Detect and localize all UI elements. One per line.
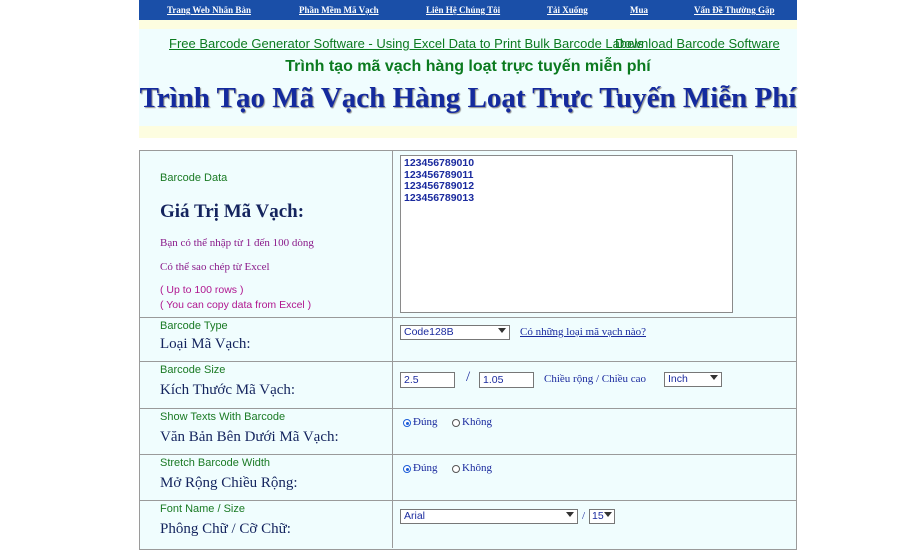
label-barcode-data-vi: Giá Trị Mã Vạch: <box>160 201 305 222</box>
label-barcode-type-en: Barcode Type <box>160 320 228 332</box>
form-row-barcode-size: Barcode Size Kích Thước Mã Vạch: 2.5 / 1… <box>140 361 796 409</box>
label-barcode-size-vi: Kích Thước Mã Vạch: <box>160 382 296 398</box>
header-banner: Free Barcode Generator Software - Using … <box>139 20 797 138</box>
size-unit-selected: Inch <box>668 373 688 385</box>
nav-link-contact[interactable]: Liên Hệ Chúng Tôi <box>426 5 500 15</box>
nav-link-download[interactable]: Tải Xuống <box>547 5 588 15</box>
barcode-data-textarea[interactable]: 123456789010 123456789011 123456789012 1… <box>400 155 733 313</box>
page-container: Trang Web Nhãn Bàn Phần Mềm Mã Vạch Liên… <box>139 0 797 550</box>
barcode-height-input[interactable]: 1.05 <box>479 372 534 388</box>
hint-rows-en: ( Up to 100 rows ) <box>160 284 244 296</box>
header-stripe-top <box>139 20 797 29</box>
show-text-no-label: Không <box>462 416 492 428</box>
form-label-cell: Barcode Data Giá Trị Mã Vạch: Bạn có thể… <box>140 151 393 317</box>
font-separator: / <box>582 510 586 522</box>
chevron-down-icon <box>566 512 574 517</box>
font-size-select[interactable]: 15 <box>589 509 615 524</box>
size-hint: Chiều rộng / Chiều cao <box>544 373 647 385</box>
size-separator: / <box>466 369 471 385</box>
form-label-cell: Stretch Barcode Width Mở Rộng Chiều Rộng… <box>140 454 393 500</box>
label-stretch-en: Stretch Barcode Width <box>160 457 271 469</box>
font-name-selected: Arial <box>404 510 426 522</box>
page-subtitle: Trình tạo mã vạch hàng loạt trực tuyến m… <box>285 58 651 75</box>
hint-excel-en: ( You can copy data from Excel ) <box>160 299 312 311</box>
chevron-down-icon <box>498 328 506 333</box>
label-barcode-data-en: Barcode Data <box>160 172 228 184</box>
barcode-form: Barcode Data Giá Trị Mã Vạch: Bạn có thể… <box>139 150 797 550</box>
chevron-down-icon <box>604 512 612 517</box>
label-barcode-size-en: Barcode Size <box>160 364 226 376</box>
top-nav: Trang Web Nhãn Bàn Phần Mềm Mã Vạch Liên… <box>139 0 797 20</box>
page-title: Trình Tạo Mã Vạch Hàng Loạt Trực Tuyến M… <box>139 82 797 114</box>
barcode-type-select[interactable]: Code128B <box>400 325 510 340</box>
form-label-cell: Barcode Size Kích Thước Mã Vạch: <box>140 361 393 408</box>
label-stretch-vi: Mở Rộng Chiều Rộng: <box>160 475 298 491</box>
label-barcode-type-vi: Loại Mã Vạch: <box>160 336 251 352</box>
link-download-software[interactable]: Download Barcode Software <box>615 36 780 51</box>
form-row-barcode-data: Barcode Data Giá Trị Mã Vạch: Bạn có thể… <box>140 151 796 318</box>
show-text-yes-label: Đúng <box>413 416 438 428</box>
barcode-width-input[interactable]: 2.5 <box>400 372 455 388</box>
chevron-down-icon <box>710 375 718 380</box>
show-text-yes-radio[interactable] <box>403 419 411 427</box>
label-show-text-vi: Văn Bản Bên Dưới Mã Vạch: <box>160 429 339 445</box>
form-label-cell: Barcode Type Loại Mã Vạch: <box>140 317 393 361</box>
nav-link-faq[interactable]: Vấn Đề Thường Gặp <box>694 5 775 15</box>
form-row-show-text: Show Texts With Barcode Văn Bản Bên Dưới… <box>140 408 796 455</box>
nav-link-buy[interactable]: Mua <box>630 5 648 15</box>
nav-link-software[interactable]: Phần Mềm Mã Vạch <box>299 5 379 15</box>
hint-excel-vi: Có thể sao chép từ Excel <box>160 261 270 273</box>
stretch-yes-radio[interactable] <box>403 465 411 473</box>
form-label-cell: Font Name / Size Phông Chữ / Cỡ Chữ: <box>140 500 393 548</box>
size-unit-select[interactable]: Inch <box>664 372 722 387</box>
form-row-font: Font Name / Size Phông Chữ / Cỡ Chữ: Ari… <box>140 500 796 548</box>
nav-link-home[interactable]: Trang Web Nhãn Bàn <box>167 5 251 15</box>
link-free-software[interactable]: Free Barcode Generator Software - Using … <box>169 36 644 51</box>
stretch-no-label: Không <box>462 462 492 474</box>
font-size-selected: 15 <box>592 510 604 522</box>
form-label-cell: Show Texts With Barcode Văn Bản Bên Dưới… <box>140 408 393 454</box>
barcode-type-selected: Code128B <box>404 326 454 338</box>
label-font-vi: Phông Chữ / Cỡ Chữ: <box>160 521 291 537</box>
form-row-barcode-type: Barcode Type Loại Mã Vạch: Code128B Có n… <box>140 317 796 362</box>
font-name-select[interactable]: Arial <box>400 509 578 524</box>
show-text-no-radio[interactable] <box>452 419 460 427</box>
stretch-yes-label: Đúng <box>413 462 438 474</box>
form-row-stretch-width: Stretch Barcode Width Mở Rộng Chiều Rộng… <box>140 454 796 501</box>
header-stripe-bottom <box>139 126 797 138</box>
label-show-text-en: Show Texts With Barcode <box>160 411 286 423</box>
stretch-no-radio[interactable] <box>452 465 460 473</box>
hint-rows-vi: Bạn có thể nhập từ 1 đến 100 dòng <box>160 237 314 249</box>
barcode-types-help-link[interactable]: Có những loại mã vạch nào? <box>520 326 646 338</box>
label-font-en: Font Name / Size <box>160 503 245 515</box>
